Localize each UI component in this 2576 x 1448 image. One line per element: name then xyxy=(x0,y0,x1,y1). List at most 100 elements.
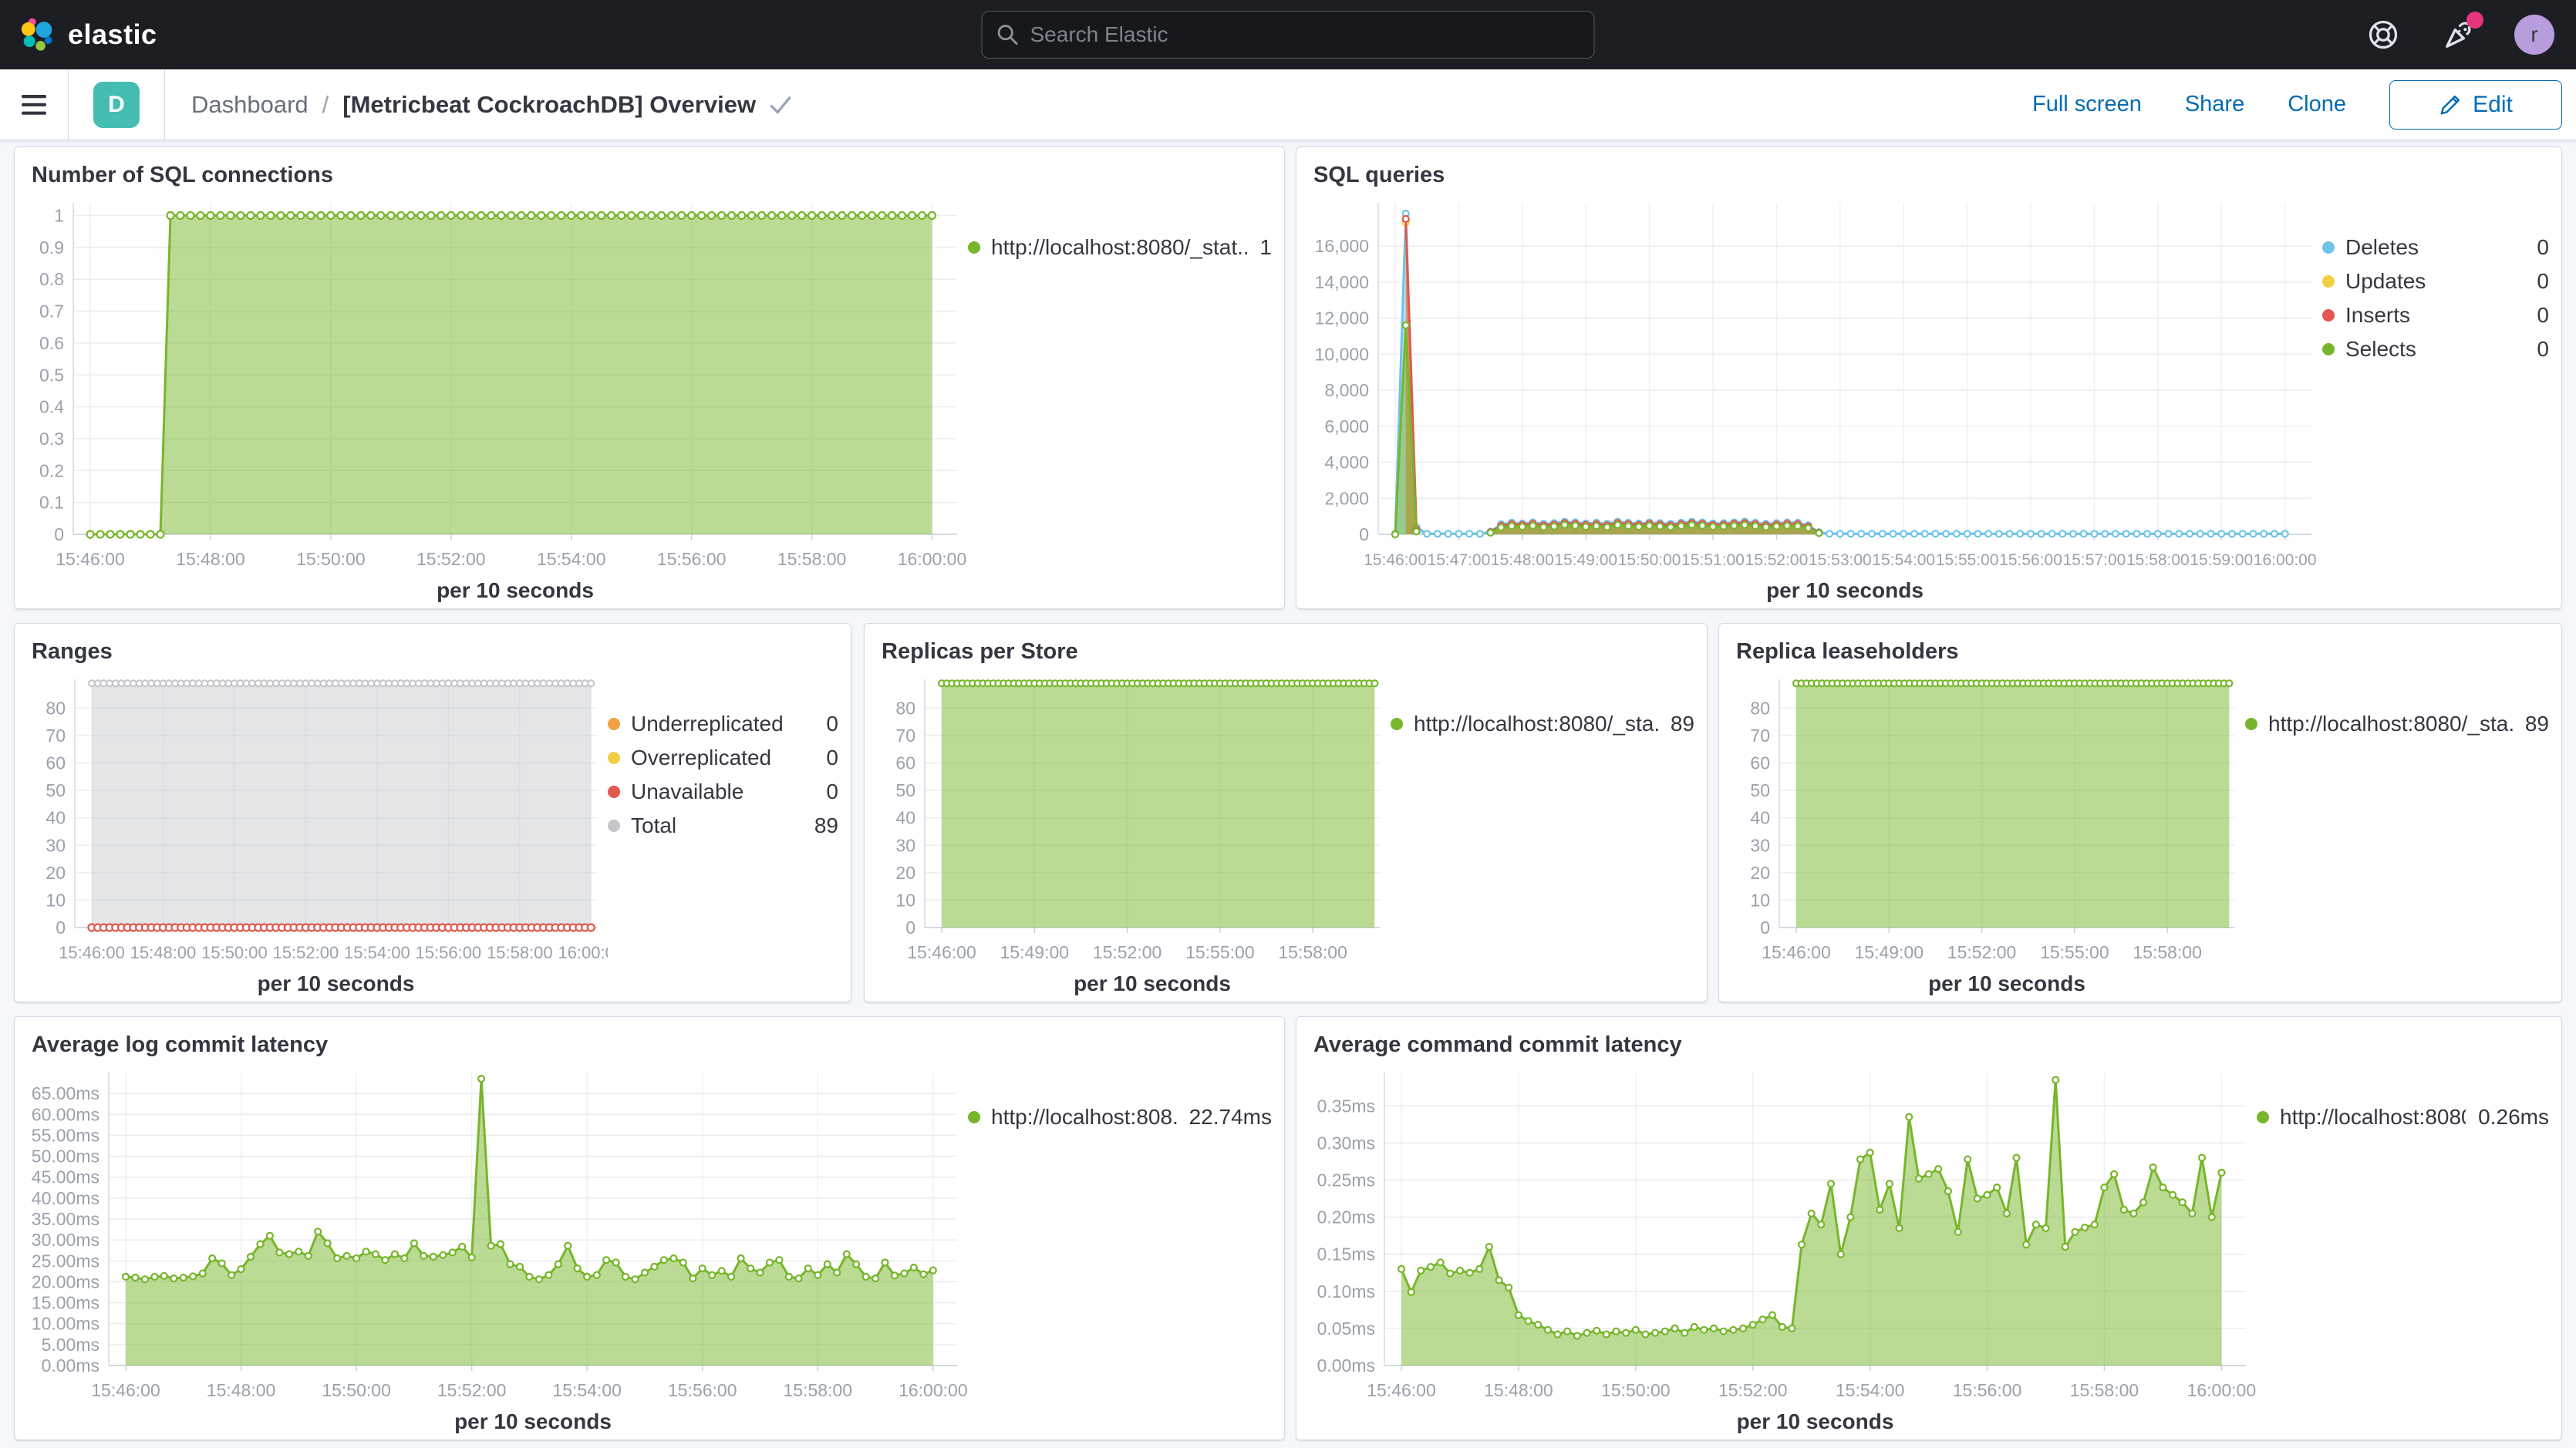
elastic-home-link[interactable]: elastic xyxy=(20,17,157,52)
svg-text:80: 80 xyxy=(1750,698,1770,718)
full-screen-button[interactable]: Full screen xyxy=(2032,92,2142,117)
newsfeed-button[interactable] xyxy=(2439,15,2479,55)
hamburger-menu-icon xyxy=(21,94,47,116)
svg-text:15:58:00: 15:58:00 xyxy=(487,943,553,962)
chart-area[interactable]: 15:46:0015:48:0015:50:0015:52:0015:54:00… xyxy=(19,1060,968,1436)
panel-average-log-commit-latency: Average log commit latency 15:46:0015:48… xyxy=(14,1016,1285,1440)
svg-text:45.00ms: 45.00ms xyxy=(32,1167,99,1187)
panel-average-command-commit-latency: Average command commit latency 15:46:001… xyxy=(1296,1016,2562,1440)
legend-item[interactable]: http://localhost:808...22.74ms xyxy=(968,1100,1272,1134)
svg-text:15:54:00: 15:54:00 xyxy=(552,1380,622,1400)
svg-text:per 10 seconds: per 10 seconds xyxy=(1074,972,1231,995)
svg-text:15:58:00: 15:58:00 xyxy=(2133,942,2202,962)
svg-text:0.6: 0.6 xyxy=(39,333,64,353)
svg-text:0: 0 xyxy=(1760,918,1770,938)
svg-text:15:50:00: 15:50:00 xyxy=(322,1380,391,1400)
chart-area[interactable]: 15:46:0015:48:0015:50:0015:52:0015:54:00… xyxy=(19,190,968,605)
svg-text:15:58:00: 15:58:00 xyxy=(2070,1380,2139,1400)
help-button[interactable] xyxy=(2363,15,2403,55)
legend-series-dot xyxy=(608,752,620,764)
svg-text:15:58:00: 15:58:00 xyxy=(777,549,847,569)
svg-text:10.00ms: 10.00ms xyxy=(32,1314,99,1334)
legend-item[interactable]: http://localhost:8080/_stat...1 xyxy=(968,231,1272,264)
chart-area[interactable]: 15:46:0015:48:0015:50:0015:52:0015:54:00… xyxy=(1301,1060,2257,1436)
svg-text:15:52:00: 15:52:00 xyxy=(273,943,339,962)
svg-text:10: 10 xyxy=(895,890,915,910)
svg-text:80: 80 xyxy=(895,698,915,718)
legend-series-value: 0 xyxy=(2524,269,2549,294)
legend-item[interactable]: Overreplicated0 xyxy=(608,741,838,775)
user-avatar[interactable]: r xyxy=(2514,15,2554,55)
svg-text:15:56:00: 15:56:00 xyxy=(1999,551,2062,569)
breadcrumb-dashboard-link[interactable]: Dashboard xyxy=(191,91,309,119)
search-input[interactable] xyxy=(1030,22,1580,47)
chart-canvas: 15:46:0015:48:0015:50:0015:52:0015:54:00… xyxy=(19,667,608,998)
svg-text:0.30ms: 0.30ms xyxy=(1317,1133,1375,1153)
dashboard-header: D Dashboard / [Metricbeat CockroachDB] O… xyxy=(0,69,2576,140)
chart-area[interactable]: 15:46:0015:48:0015:50:0015:52:0015:54:00… xyxy=(19,667,608,998)
chart-legend: http://localhost:8080/_stat...1 xyxy=(968,190,1276,605)
panel-sql-queries: SQL queries 15:46:0015:47:0015:48:0015:4… xyxy=(1296,146,2562,609)
svg-text:14,000: 14,000 xyxy=(1315,272,1369,292)
panel-title: Average log commit latency xyxy=(15,1017,1284,1062)
legend-series-dot xyxy=(2257,1111,2269,1123)
title-check-icon[interactable] xyxy=(770,95,791,115)
svg-text:40: 40 xyxy=(1750,808,1770,828)
svg-text:40.00ms: 40.00ms xyxy=(32,1188,99,1208)
svg-text:0.3: 0.3 xyxy=(39,429,64,449)
legend-item[interactable]: Total89 xyxy=(608,809,838,843)
svg-text:15:55:00: 15:55:00 xyxy=(1185,942,1255,962)
dashboard-title[interactable]: [Metricbeat CockroachDB] Overview xyxy=(342,91,756,119)
legend-series-dot xyxy=(2322,275,2335,288)
svg-text:0.05ms: 0.05ms xyxy=(1317,1318,1375,1339)
breadcrumb-separator: / xyxy=(322,91,329,119)
legend-item[interactable]: Updates0 xyxy=(2322,264,2549,298)
clone-button[interactable]: Clone xyxy=(2288,92,2346,117)
menu-toggle-button[interactable] xyxy=(0,69,68,140)
svg-text:per 10 seconds: per 10 seconds xyxy=(437,578,594,602)
chart-area[interactable]: 15:46:0015:49:0015:52:0015:55:0015:58:00… xyxy=(869,667,1391,998)
svg-text:15:52:00: 15:52:00 xyxy=(1947,942,2017,962)
svg-text:15:48:00: 15:48:00 xyxy=(1491,551,1554,569)
global-search[interactable] xyxy=(982,11,1595,59)
svg-text:8,000: 8,000 xyxy=(1324,380,1369,400)
panel-ranges: Ranges 15:46:0015:48:0015:50:0015:52:001… xyxy=(14,623,851,1002)
svg-text:15:49:00: 15:49:00 xyxy=(1554,551,1617,569)
svg-text:70: 70 xyxy=(46,726,66,746)
legend-item[interactable]: http://localhost:8080/_sta...89 xyxy=(1391,707,1694,741)
svg-text:0.25ms: 0.25ms xyxy=(1317,1170,1375,1190)
svg-text:15:50:00: 15:50:00 xyxy=(201,943,268,962)
svg-text:70: 70 xyxy=(895,726,915,746)
svg-text:16:00:00: 16:00:00 xyxy=(2254,551,2317,569)
svg-text:50: 50 xyxy=(1750,780,1770,800)
chart-area[interactable]: 15:46:0015:49:0015:52:0015:55:0015:58:00… xyxy=(1724,667,2245,998)
svg-text:per 10 seconds: per 10 seconds xyxy=(1766,578,1924,602)
legend-series-label: Total xyxy=(631,813,676,838)
legend-item[interactable]: Deletes0 xyxy=(2322,231,2549,264)
svg-text:20: 20 xyxy=(46,863,66,883)
header-controls: r xyxy=(2363,15,2554,55)
chart-canvas: 15:46:0015:48:0015:50:0015:52:0015:54:00… xyxy=(19,190,968,605)
space-avatar[interactable]: D xyxy=(93,82,140,128)
svg-text:2,000: 2,000 xyxy=(1324,488,1369,508)
dashboard-actions: Full screen Share Clone Edit xyxy=(2032,80,2562,130)
legend-item[interactable]: Selects0 xyxy=(2322,332,2549,366)
breadcrumb: Dashboard / [Metricbeat CockroachDB] Ove… xyxy=(191,91,791,119)
svg-text:15:50:00: 15:50:00 xyxy=(296,549,366,569)
share-button[interactable]: Share xyxy=(2185,92,2244,117)
svg-text:4,000: 4,000 xyxy=(1324,453,1369,473)
legend-item[interactable]: Inserts0 xyxy=(2322,298,2549,332)
legend-item[interactable]: http://localhost:8080...0.26ms xyxy=(2257,1100,2549,1134)
svg-text:15:57:00: 15:57:00 xyxy=(2063,551,2126,569)
legend-item[interactable]: http://localhost:8080/_sta...89 xyxy=(2245,707,2549,741)
svg-text:per 10 seconds: per 10 seconds xyxy=(454,1409,612,1433)
edit-button[interactable]: Edit xyxy=(2389,80,2562,130)
legend-item[interactable]: Underreplicated0 xyxy=(608,707,838,741)
chart-area[interactable]: 15:46:0015:47:0015:48:0015:49:0015:50:00… xyxy=(1301,190,2322,605)
legend-item[interactable]: Unavailable0 xyxy=(608,775,838,809)
svg-text:per 10 seconds: per 10 seconds xyxy=(1737,1409,1894,1433)
svg-text:15.00ms: 15.00ms xyxy=(32,1293,99,1313)
svg-text:0.20ms: 0.20ms xyxy=(1317,1207,1375,1227)
legend-series-value: 0 xyxy=(2524,337,2549,362)
svg-text:15:52:00: 15:52:00 xyxy=(416,549,486,569)
